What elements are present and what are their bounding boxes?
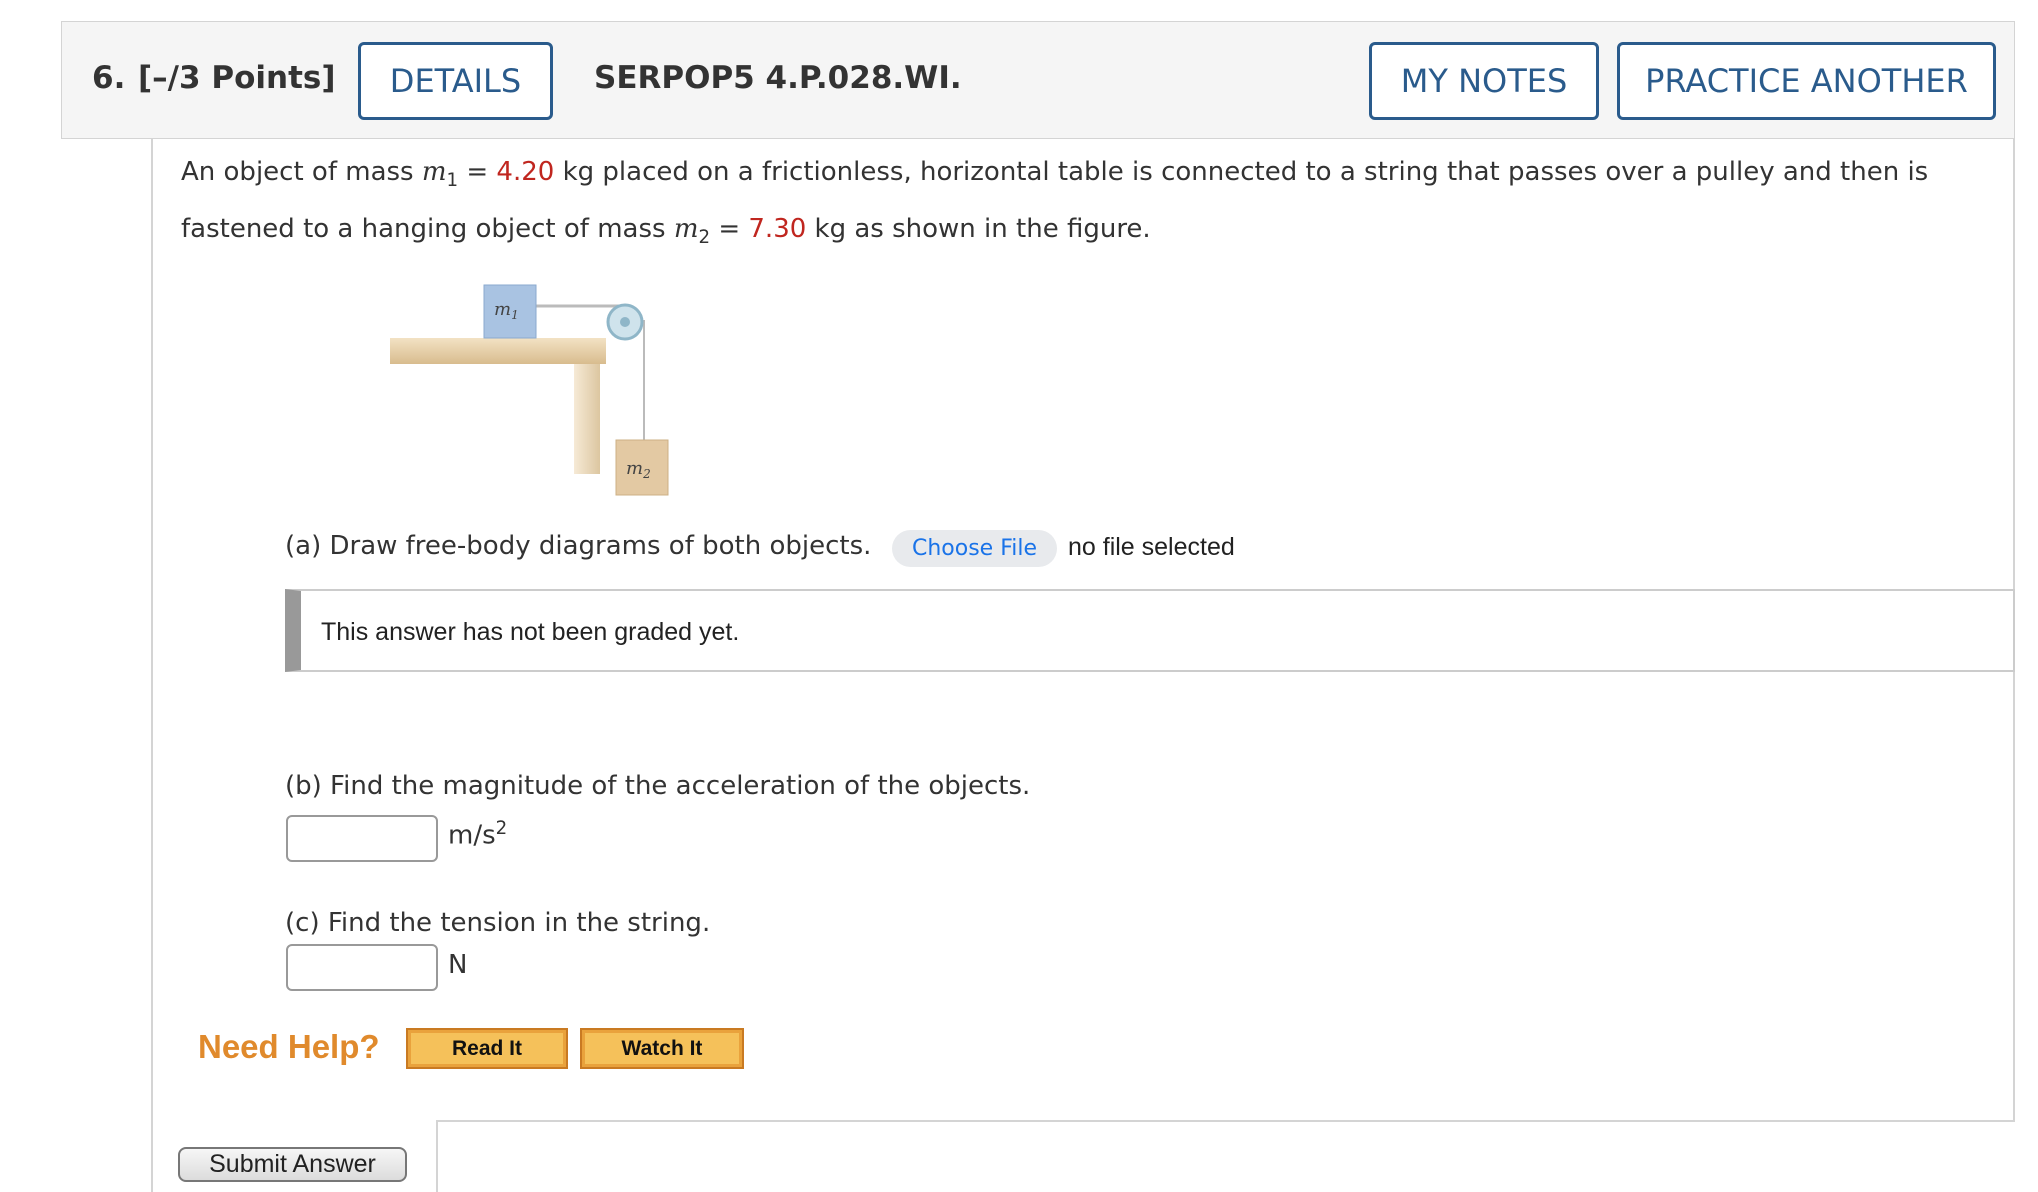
file-status: no file selected [1068, 533, 1235, 561]
problem-text: An object of mass [181, 157, 422, 187]
tension-unit: N [448, 950, 468, 980]
problem-id: SERPOP5 4.P.028.WI. [594, 60, 962, 96]
content-border-left [151, 139, 153, 1192]
problem-statement: An object of mass m1 = 4.20 kg placed on… [181, 148, 1981, 262]
need-help-label: Need Help? [198, 1028, 380, 1065]
m2-symbol: m [673, 214, 699, 245]
m1-value: 4.20 [496, 157, 555, 187]
divider [436, 1120, 438, 1192]
read-it-button[interactable]: Read It [406, 1028, 568, 1069]
m1-symbol: m [421, 157, 447, 187]
unit-exponent: 2 [495, 818, 508, 839]
part-a-prompt: (a) Draw free-body diagrams of both obje… [285, 531, 872, 561]
tension-input[interactable] [286, 944, 438, 991]
divider [436, 1120, 2015, 1122]
part-b-prompt: (b) Find the magnitude of the accelerati… [285, 771, 1031, 801]
details-button[interactable]: DETAILS [358, 42, 553, 120]
acceleration-unit: m/s2 [448, 818, 507, 851]
watch-it-button[interactable]: Watch It [580, 1028, 744, 1069]
m1-subscript: 1 [446, 170, 459, 192]
pulley-figure: m1 m2 [390, 284, 669, 496]
grade-message: This answer has not been graded yet. [321, 618, 740, 646]
m2-subscript: 2 [698, 227, 711, 249]
points-label: [–/3 Points] [138, 60, 336, 96]
m2-value: 7.30 [748, 214, 807, 245]
problem-text: kg as shown in the figure. [806, 214, 1151, 245]
submit-answer-button[interactable]: Submit Answer [178, 1147, 407, 1182]
acceleration-input[interactable] [286, 815, 438, 862]
equals: = [458, 157, 497, 187]
choose-file-button[interactable]: Choose File [892, 530, 1057, 567]
part-c-prompt: (c) Find the tension in the string. [285, 908, 711, 938]
unit-text: m/s [448, 820, 496, 851]
equals: = [710, 214, 749, 245]
practice-another-button[interactable]: PRACTICE ANOTHER [1617, 42, 1996, 120]
question-number: 6. [92, 60, 126, 96]
my-notes-button[interactable]: MY NOTES [1369, 42, 1599, 120]
table-top [390, 338, 606, 364]
table-leg [574, 364, 600, 474]
